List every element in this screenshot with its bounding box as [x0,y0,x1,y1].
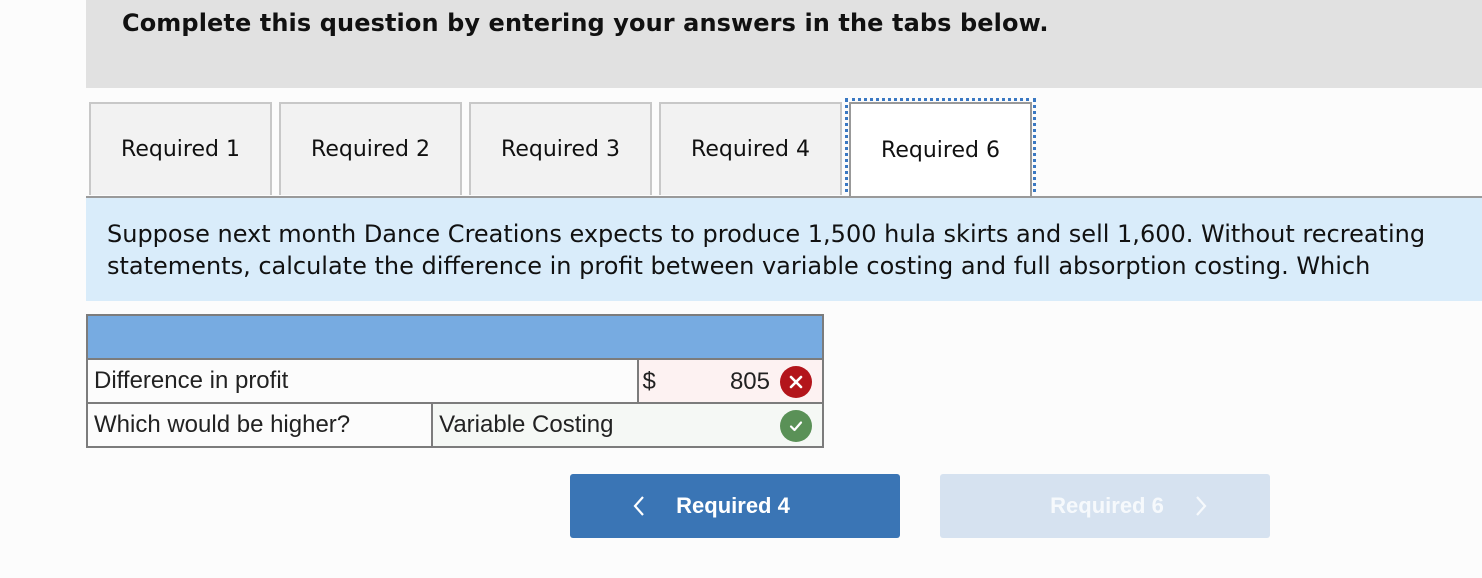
question-text: Suppose next month Dance Creations expec… [107,220,1426,280]
higher-costing-select[interactable]: Variable Costing [431,402,824,448]
check-circle-icon [780,410,812,442]
tab-required-1[interactable]: Required 1 [89,102,272,195]
instructions-banner: Complete this question by entering your … [86,0,1482,88]
next-required-button[interactable]: Required 6 [940,474,1270,538]
question-prompt: Suppose next month Dance Creations expec… [86,198,1482,301]
next-button-label: Required 6 [1050,493,1164,518]
tab-required-4[interactable]: Required 4 [659,102,842,195]
tab-required-6[interactable]: Required 6 [845,98,1036,200]
difference-in-profit-input[interactable]: $ 805 [636,358,824,404]
difference-value: 805 [729,368,770,395]
row-label: Difference in profit [86,358,639,404]
tab-required-2[interactable]: Required 2 [279,102,462,195]
x-circle-icon [780,366,812,398]
instructions-title: Complete this question by entering your … [122,9,1049,37]
table-header-cell [86,314,824,360]
tab-required-3[interactable]: Required 3 [469,102,652,195]
chevron-left-icon [632,495,646,517]
table-row: Which would be higher? Variable Costing [85,402,824,448]
table-row: Difference in profit $ 805 [86,358,824,404]
table-header-row [86,314,824,360]
currency-symbol: $ [642,368,656,395]
previous-required-button[interactable]: Required 4 [570,474,900,538]
chevron-right-icon [1194,495,1208,517]
previous-button-label: Required 4 [676,493,790,518]
answer-table: Difference in profit $ 805 Which would b… [85,314,824,448]
row-label: Which would be higher? [85,402,434,448]
selected-value: Variable Costing [439,411,614,438]
